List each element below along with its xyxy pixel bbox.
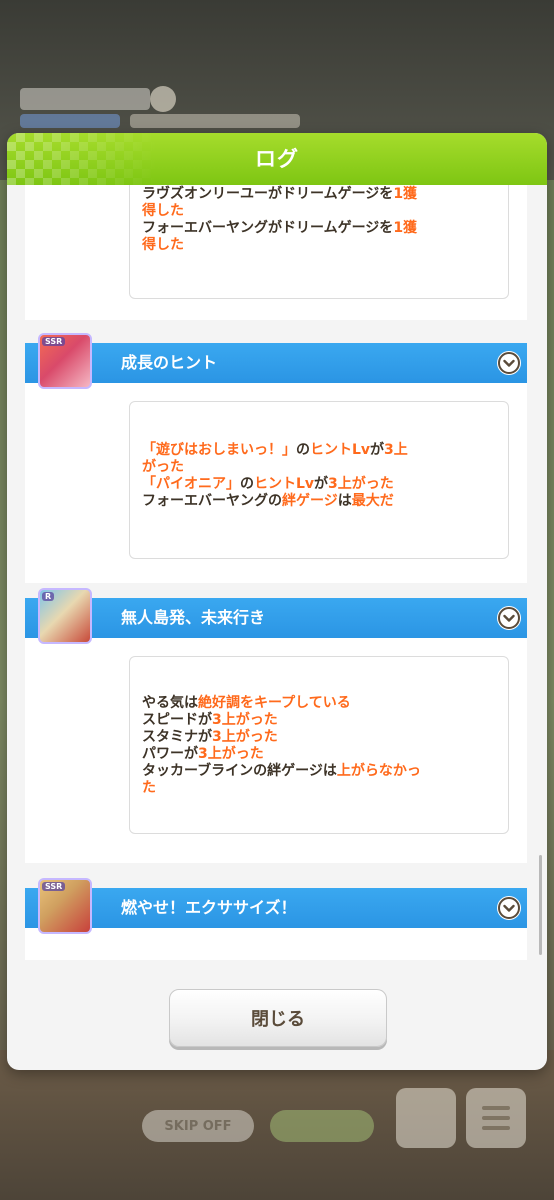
highlight-text: 最大だ [351, 493, 394, 509]
log-card: やる気は絶好調をキープしている スピードが3上がった スタミナが3上がった パワーが3… [129, 656, 509, 834]
chevron-down-icon [498, 897, 520, 919]
close-button[interactable]: 閉じる [169, 989, 387, 1047]
highlight-text: 絆ゲージ [282, 493, 338, 509]
highlight-text: 3上 [384, 442, 408, 458]
highlight-text: ヒントLv [310, 442, 371, 458]
log-line: 得した [142, 203, 417, 220]
log-text: フォーエバーヤングがドリームゲージを [142, 220, 394, 236]
log-line: パワーが3上がった [142, 746, 421, 763]
background-nameplate [20, 88, 150, 110]
rarity-badge: SSR [42, 337, 66, 346]
expand-button[interactable] [497, 606, 521, 630]
log-text: フォーエバーヤングの [142, 493, 282, 509]
background-label [20, 114, 120, 128]
log-lines: ラヴズオンリーユーがドリームゲージを1獲 得した フォーエバーヤングがドリームゲージ… [142, 186, 417, 254]
entry-header[interactable]: 成長のヒント [25, 343, 527, 383]
modal-header: ログ [7, 133, 547, 185]
highlight-text: た [142, 780, 156, 796]
highlight-text: 得した [142, 237, 184, 253]
highlight-text: 3上がった [328, 476, 394, 492]
chevron-down-icon [498, 352, 520, 374]
log-line: スピードが3上がった [142, 712, 421, 729]
log-line: がった [142, 459, 408, 476]
support-card-portrait[interactable]: SSR [38, 333, 92, 389]
menu-icon [482, 1106, 510, 1130]
log-entry: ラヴズオンリーユーがドリームゲージを1獲 得した フォーエバーヤングがドリームゲージ… [25, 185, 527, 320]
log-text: スピードが [142, 712, 212, 728]
support-card-portrait[interactable]: R [38, 588, 92, 644]
expand-button[interactable] [497, 896, 521, 920]
log-line: フォーエバーヤングがドリームゲージを1獲 [142, 220, 417, 237]
highlight-text: 絶好調をキープしている [198, 695, 351, 711]
log-line: た [142, 780, 421, 797]
log-line: やる気は絶好調をキープしている [142, 695, 421, 712]
log-text: の [296, 442, 310, 458]
highlight-text: 1獲 [393, 220, 418, 236]
entry-header[interactable]: 無人島発、未来行き [25, 598, 527, 638]
log-text: パワーが [142, 746, 198, 762]
log-line: ラヴズオンリーユーがドリームゲージを1獲 [142, 186, 417, 203]
log-list[interactable]: ラヴズオンリーユーがドリームゲージを1獲 得した フォーエバーヤングがドリームゲージ… [7, 185, 547, 960]
log-text: ラヴズオンリーユーがドリームゲージを [142, 186, 394, 202]
highlight-text: 得した [142, 203, 184, 219]
highlight-text: 3上がった [198, 746, 264, 762]
log-text: の [240, 476, 254, 492]
highlight-text: がった [142, 459, 184, 475]
log-modal: ログ ラヴズオンリーユーがドリームゲージを1獲 得した フォーエバーヤングがドリーム… [7, 133, 547, 1070]
log-entry: 無人島発、未来行き やる気は絶好調をキープしている スピードが3上がった スタミナが… [25, 598, 527, 863]
entry-title: 燃やせ！エクササイズ！ [121, 898, 297, 917]
log-button [396, 1088, 456, 1148]
log-text: が [370, 442, 385, 458]
rarity-badge: SSR [42, 882, 66, 891]
log-text: が [314, 476, 329, 492]
highlight-text: 「遊びはおしまいっ！」 [142, 442, 296, 458]
entry-title: 無人島発、未来行き [121, 608, 266, 627]
log-line: スタミナが3上がった [142, 729, 421, 746]
log-card: ラヴズオンリーユーがドリームゲージを1獲 得した フォーエバーヤングがドリームゲージ… [129, 185, 509, 299]
log-line: タッカーブラインの絆ゲージは上がらなかっ [142, 763, 421, 780]
background-label [130, 114, 300, 128]
entry-header[interactable]: 燃やせ！エクササイズ！ [25, 888, 527, 928]
expand-button[interactable] [497, 351, 521, 375]
log-line: 得した [142, 237, 417, 254]
highlight-text: 3上がった [212, 712, 278, 728]
menu-button [466, 1088, 526, 1148]
log-text: スタミナが [142, 729, 212, 745]
highlight-text: 上がらなかっ [336, 763, 421, 779]
log-card: 「遊びはおしまいっ！」のヒントLvが3上 がった 「パイオニア」のヒントLvが3上が… [129, 401, 509, 559]
modal-title: ログ [255, 147, 299, 171]
log-line: 「パイオニア」のヒントLvが3上がった [142, 476, 408, 493]
log-text: やる気は [142, 695, 198, 711]
chevron-down-icon [498, 607, 520, 629]
highlight-text: ヒントLv [254, 476, 315, 492]
background-badge [150, 86, 176, 112]
log-text: タッカーブラインの絆ゲージは [142, 763, 337, 779]
skip-button: SKIP OFF [142, 1110, 254, 1142]
scrollbar[interactable] [539, 185, 542, 960]
log-lines: 「遊びはおしまいっ！」のヒントLvが3上 がった 「パイオニア」のヒントLvが3上が… [142, 442, 408, 510]
log-text: は [337, 493, 352, 509]
log-lines: やる気は絶好調をキープしている スピードが3上がった スタミナが3上がった パワーが3… [142, 695, 421, 797]
highlight-text: 「パイオニア」 [142, 476, 240, 492]
scrollbar-thumb[interactable] [539, 855, 542, 955]
support-card-portrait[interactable]: SSR [38, 878, 92, 934]
log-line: 「遊びはおしまいっ！」のヒントLvが3上 [142, 442, 408, 459]
entry-title: 成長のヒント [121, 353, 218, 372]
log-line: フォーエバーヤングの絆ゲージは最大だ [142, 493, 408, 510]
log-entry: 燃やせ！エクササイズ！ [25, 888, 527, 960]
rarity-badge: R [42, 592, 55, 601]
log-entry: 成長のヒント 「遊びはおしまいっ！」のヒントLvが3上 がった 「パイオニア」のヒン… [25, 343, 527, 583]
background-button [270, 1110, 374, 1142]
highlight-text: 1獲 [393, 186, 418, 202]
highlight-text: 3上がった [212, 729, 278, 745]
